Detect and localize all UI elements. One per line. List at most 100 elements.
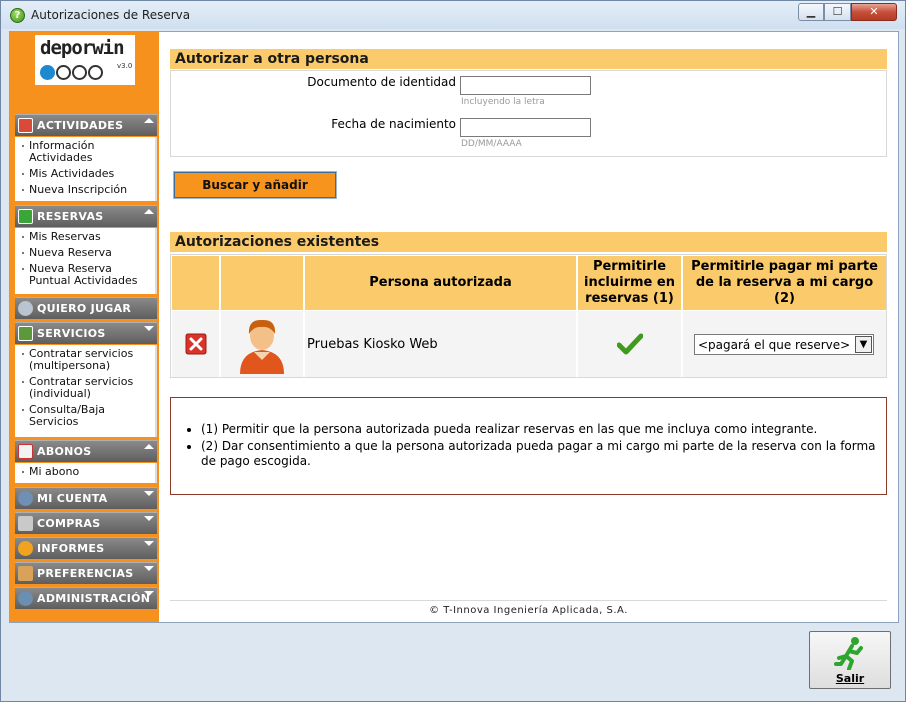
birth-date-label: Fecha de nacimiento [331, 117, 456, 131]
include-cell [578, 311, 681, 377]
existing-panel-title: Autorizaciones existentes [170, 232, 887, 252]
delete-cell [172, 311, 219, 377]
expand-arrow-icon[interactable] [144, 566, 154, 571]
header-include: Permitirle incluirme en reservas (1) [578, 256, 681, 310]
avatar-cell [221, 311, 303, 377]
nav-section-servicios[interactable]: SERVICIOS [15, 322, 157, 344]
nav-list-abonos: Mi abono [15, 463, 157, 483]
court-icon [18, 209, 33, 224]
header-cell-avatar [221, 256, 303, 310]
authorize-form: Documento de identidad Incluyendo la let… [170, 70, 887, 157]
nav-item-mis-reservas[interactable]: Mis Reservas [19, 231, 155, 243]
nav-section-quiero-jugar[interactable]: QUIERO JUGAR [15, 297, 157, 319]
users-icon [18, 491, 33, 506]
minimize-button[interactable]: ▁ [798, 3, 824, 21]
sidebar: deporwin v3.0 ACTIVIDADES Información Ac… [10, 32, 159, 622]
expand-arrow-icon[interactable] [144, 491, 154, 496]
header-cell-delete [172, 256, 219, 310]
nav-section-label: INFORMES [37, 542, 105, 555]
document-id-label: Documento de identidad [307, 75, 456, 89]
nav-section-label: COMPRAS [37, 517, 101, 530]
maximize-button[interactable]: ☐ [824, 3, 851, 21]
birth-date-hint: DD/MM/AAAA [461, 139, 522, 149]
nav-item-nueva-reserva-puntual[interactable]: Nueva Reserva Puntual Actividades [19, 263, 155, 287]
nav-section-informes[interactable]: INFORMES [15, 537, 157, 559]
notes-list: (1) Permitir que la persona autorizada p… [201, 422, 878, 469]
nav-section-label: QUIERO JUGAR [37, 302, 132, 315]
check-icon[interactable] [616, 333, 643, 355]
footer-copyright: © T-Innova Ingeniería Aplicada, S.A. [170, 600, 887, 616]
calendar-icon [18, 118, 33, 133]
chevron-down-icon[interactable]: ▼ [855, 335, 872, 353]
expand-arrow-icon[interactable] [144, 516, 154, 521]
expand-arrow-icon[interactable] [144, 591, 154, 596]
nav-item-consulta-baja[interactable]: Consulta/Baja Servicios [19, 404, 155, 428]
logo-text: deporwin [40, 37, 125, 59]
nav-section-label: MI CUENTA [37, 492, 108, 505]
nav-section-abonos[interactable]: ABONOS [15, 440, 157, 462]
note-item: (1) Permitir que la persona autorizada p… [201, 422, 878, 437]
nav-item-nueva-inscripcion[interactable]: Nueva Inscripción [19, 184, 155, 196]
card-icon [18, 444, 33, 459]
close-window-button[interactable]: ✕ [851, 3, 897, 21]
tools-icon [18, 566, 33, 581]
search-and-add-button[interactable]: Buscar y añadir [173, 171, 337, 199]
document-icon [18, 326, 33, 341]
authorized-person-name: Pruebas Kiosko Web [305, 311, 576, 377]
nav-item-mis-actividades[interactable]: Mis Actividades [19, 168, 155, 180]
pay-cell: <pagará el que reserve> ▼ [683, 311, 886, 377]
nav-section-label: SERVICIOS [37, 327, 106, 340]
collapse-arrow-icon[interactable] [144, 444, 154, 449]
expand-arrow-icon[interactable] [144, 541, 154, 546]
document-id-hint: Incluyendo la letra [461, 97, 545, 107]
chart-icon [18, 541, 33, 556]
nav-section-label: RESERVAS [37, 210, 104, 223]
running-man-icon [834, 637, 863, 670]
admin-icon [18, 591, 33, 606]
nav-section-label: ABONOS [37, 445, 92, 458]
cart-icon [18, 516, 33, 531]
collapse-arrow-icon[interactable] [144, 118, 154, 123]
delete-icon[interactable] [185, 333, 207, 355]
nav-item-contratar-multipersona[interactable]: Contratar servicios (multipersona) [19, 348, 155, 372]
notes-box: (1) Permitir que la persona autorizada p… [170, 397, 887, 495]
nav-list-actividades: Información Actividades Mis Actividades … [15, 137, 157, 201]
birth-date-input[interactable] [460, 118, 591, 137]
nav-section-reservas[interactable]: RESERVAS [15, 205, 157, 227]
nav-section-label: PREFERENCIAS [37, 567, 134, 580]
note-item: (2) Dar consentimiento a que la persona … [201, 439, 878, 469]
nav-section-mi-cuenta[interactable]: MI CUENTA [15, 487, 157, 509]
header-person: Persona autorizada [305, 256, 576, 310]
nav-section-label: ACTIVIDADES [37, 119, 124, 132]
nav-section-preferencias[interactable]: PREFERENCIAS [15, 562, 157, 584]
nav-list-reservas: Mis Reservas Nueva Reserva Nueva Reserva… [15, 228, 157, 294]
app-icon: ? [10, 8, 25, 23]
nav-section-compras[interactable]: COMPRAS [15, 512, 157, 534]
header-pay: Permitirle pagar mi parte de la reserva … [683, 256, 886, 310]
exit-button-label: Salir [835, 672, 865, 685]
nav-list-servicios: Contratar servicios (multipersona) Contr… [15, 345, 157, 437]
window-title: Autorizaciones de Reserva [31, 8, 191, 22]
nav-item-mi-abono[interactable]: Mi abono [19, 466, 155, 478]
nav-section-actividades[interactable]: ACTIVIDADES [15, 114, 157, 136]
expand-arrow-icon[interactable] [144, 326, 154, 331]
authorize-panel-title: Autorizar a otra persona [170, 49, 887, 69]
logo-version: v3.0 [117, 62, 133, 70]
collapse-arrow-icon[interactable] [144, 209, 154, 214]
pay-option-value: <pagará el que reserve> [698, 337, 851, 352]
nav-item-nueva-reserva[interactable]: Nueva Reserva [19, 247, 155, 259]
nav-section-label: ADMINISTRACIÓN [37, 592, 151, 605]
nav-item-informacion-actividades[interactable]: Información Actividades [19, 140, 155, 164]
racket-icon [18, 301, 33, 316]
pay-option-select[interactable]: <pagará el que reserve> ▼ [694, 333, 874, 355]
nav-item-contratar-individual[interactable]: Contratar servicios (individual) [19, 376, 155, 400]
user-avatar-icon [240, 319, 284, 374]
deporwin-logo: deporwin v3.0 [35, 35, 135, 85]
logo-dots [40, 65, 104, 83]
authorizations-table: Persona autorizada Permitirle incluirme … [170, 254, 887, 378]
document-id-input[interactable] [460, 76, 591, 95]
app-window: ? Autorizaciones de Reserva ▁ ☐ ✕ deporw… [0, 0, 906, 702]
exit-button[interactable]: Salir [809, 631, 891, 689]
title-bar: ? Autorizaciones de Reserva ▁ ☐ ✕ [1, 1, 905, 29]
nav-section-administracion[interactable]: ADMINISTRACIÓN [15, 587, 157, 609]
